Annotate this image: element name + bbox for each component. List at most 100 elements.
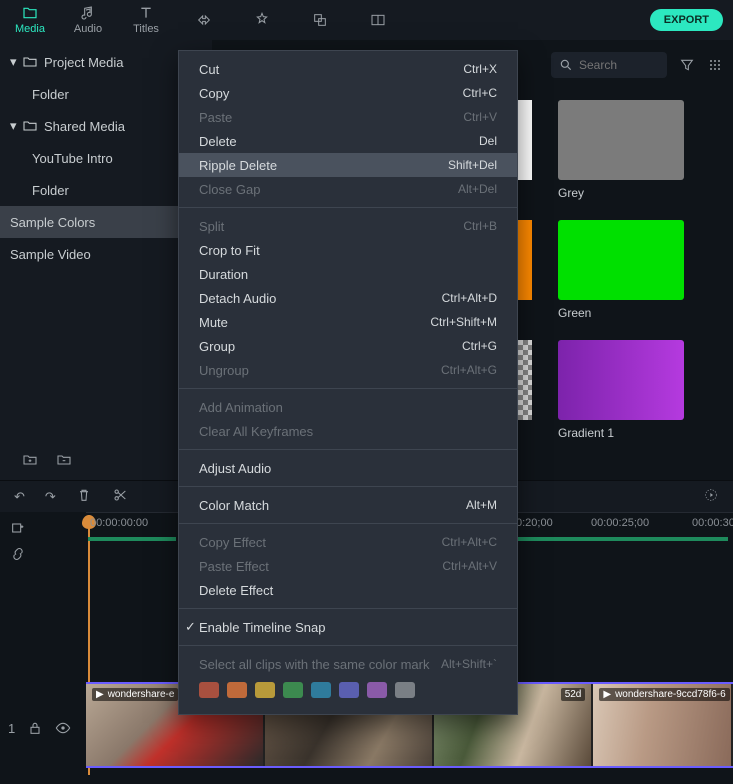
- color-mark-swatch[interactable]: [395, 682, 415, 698]
- timeline-clip[interactable]: ▶wondershare-9ccd78f6-6: [593, 684, 731, 766]
- tab-titles[interactable]: Titles: [126, 5, 166, 35]
- redo-icon[interactable]: ↷: [45, 489, 56, 505]
- color-mark-swatch[interactable]: [227, 682, 247, 698]
- ctx-cut[interactable]: CutCtrl+X: [179, 57, 517, 81]
- sidebar-label: Folder: [32, 87, 69, 102]
- add-folder-icon[interactable]: [22, 452, 38, 468]
- track-controls: 1: [0, 688, 86, 768]
- tab-elements[interactable]: [300, 12, 340, 28]
- ctx-color-match[interactable]: Color MatchAlt+M: [179, 493, 517, 517]
- sidebar-utility: [22, 452, 72, 468]
- check-icon: ✓: [185, 619, 196, 635]
- remove-folder-icon[interactable]: [56, 452, 72, 468]
- menu-separator: [179, 449, 517, 450]
- undo-icon[interactable]: ↶: [14, 489, 25, 505]
- sidebar-label: Folder: [32, 183, 69, 198]
- menu-separator: [179, 608, 517, 609]
- ctx-paste-effect: Paste EffectCtrl+Alt+V: [179, 554, 517, 578]
- menu-separator: [179, 388, 517, 389]
- add-marker-icon[interactable]: [10, 520, 26, 536]
- link-icon[interactable]: [10, 546, 26, 562]
- ctx-adjust-audio[interactable]: Adjust Audio: [179, 456, 517, 480]
- color-mark-swatch[interactable]: [255, 682, 275, 698]
- ctx-select-color-mark: Select all clips with the same color mar…: [179, 652, 517, 676]
- context-menu: CutCtrl+X CopyCtrl+C PasteCtrl+V DeleteD…: [178, 50, 518, 715]
- color-swatch: [558, 220, 684, 300]
- ctx-paste: PasteCtrl+V: [179, 105, 517, 129]
- thumb-label: Green: [558, 306, 684, 320]
- ctx-add-animation: Add Animation: [179, 395, 517, 419]
- elements-icon: [312, 12, 328, 28]
- ctx-crop-to-fit[interactable]: Crop to Fit: [179, 238, 517, 262]
- menu-separator: [179, 486, 517, 487]
- grid-icon[interactable]: [707, 57, 723, 73]
- ctx-ungroup: UngroupCtrl+Alt+G: [179, 358, 517, 382]
- music-icon: [80, 5, 96, 21]
- menu-separator: [179, 645, 517, 646]
- sidebar-label: Shared Media: [44, 119, 125, 134]
- color-mark-swatch[interactable]: [311, 682, 331, 698]
- menu-separator: [179, 207, 517, 208]
- color-swatch: [558, 100, 684, 180]
- tab-audio[interactable]: Audio: [68, 5, 108, 35]
- render-bar: [518, 537, 728, 541]
- tab-media[interactable]: Media: [10, 5, 50, 35]
- color-mark-swatch[interactable]: [283, 682, 303, 698]
- time-label: 0:20;00: [516, 517, 553, 529]
- color-mark-swatch[interactable]: [339, 682, 359, 698]
- chevron-down-icon: ▾: [10, 118, 22, 134]
- time-label: 00:00:25;00: [591, 517, 649, 529]
- eye-icon[interactable]: [55, 720, 71, 736]
- time-label: 00:00:30: [692, 517, 733, 529]
- ctx-copy[interactable]: CopyCtrl+C: [179, 81, 517, 105]
- ctx-duration[interactable]: Duration: [179, 262, 517, 286]
- export-button[interactable]: EXPORT: [650, 9, 723, 31]
- folder-icon: [22, 118, 38, 134]
- lock-icon[interactable]: [27, 720, 43, 736]
- folder-icon: [22, 5, 38, 21]
- color-mark-swatch[interactable]: [199, 682, 219, 698]
- thumb-green[interactable]: Green: [558, 220, 684, 320]
- tab-media-label: Media: [15, 23, 45, 35]
- thumb-gradient1[interactable]: Gradient 1: [558, 340, 684, 440]
- thumb-white-partial[interactable]: [518, 100, 532, 180]
- thumb-grey[interactable]: Grey: [558, 100, 684, 200]
- ctx-detach-audio[interactable]: Detach AudioCtrl+Alt+D: [179, 286, 517, 310]
- ctx-mute[interactable]: MuteCtrl+Shift+M: [179, 310, 517, 334]
- ctx-delete[interactable]: DeleteDel: [179, 129, 517, 153]
- transitions-icon: [196, 12, 212, 28]
- tab-transitions[interactable]: [184, 12, 224, 28]
- color-mark-row: [179, 676, 517, 708]
- tab-effects[interactable]: [242, 12, 282, 28]
- thumb-orange-partial[interactable]: [518, 220, 532, 300]
- color-mark-swatch[interactable]: [367, 682, 387, 698]
- ctx-group[interactable]: GroupCtrl+G: [179, 334, 517, 358]
- filter-icon[interactable]: [679, 57, 695, 73]
- thumb-transparent-partial[interactable]: [518, 340, 532, 420]
- splitscreen-icon: [370, 12, 386, 28]
- track-number: 1: [8, 721, 15, 736]
- render-bar: [88, 537, 176, 541]
- search-input[interactable]: [579, 58, 649, 72]
- tab-audio-label: Audio: [74, 23, 102, 35]
- ctx-copy-effect: Copy EffectCtrl+Alt+C: [179, 530, 517, 554]
- ctx-delete-effect[interactable]: Delete Effect: [179, 578, 517, 602]
- more-options-icon[interactable]: [703, 487, 719, 506]
- menu-separator: [179, 523, 517, 524]
- ctx-close-gap: Close GapAlt+Del: [179, 177, 517, 201]
- ctx-enable-snap[interactable]: ✓ Enable Timeline Snap: [179, 615, 517, 639]
- text-icon: [138, 5, 154, 21]
- ctx-ripple-delete[interactable]: Ripple DeleteShift+Del: [179, 153, 517, 177]
- search-icon: [559, 58, 573, 72]
- scissors-icon[interactable]: [112, 487, 128, 506]
- search-box[interactable]: [551, 52, 667, 78]
- color-swatch: [558, 340, 684, 420]
- tab-splitscreen[interactable]: [358, 12, 398, 28]
- clip-label: ▶wondershare-e: [92, 688, 178, 701]
- sidebar-label: Project Media: [44, 55, 123, 70]
- effects-icon: [254, 12, 270, 28]
- clip-label: ▶wondershare-9ccd78f6-6: [599, 688, 729, 701]
- ctx-split: SplitCtrl+B: [179, 214, 517, 238]
- time-label: 00:00:00:00: [90, 517, 148, 529]
- trash-icon[interactable]: [76, 487, 92, 506]
